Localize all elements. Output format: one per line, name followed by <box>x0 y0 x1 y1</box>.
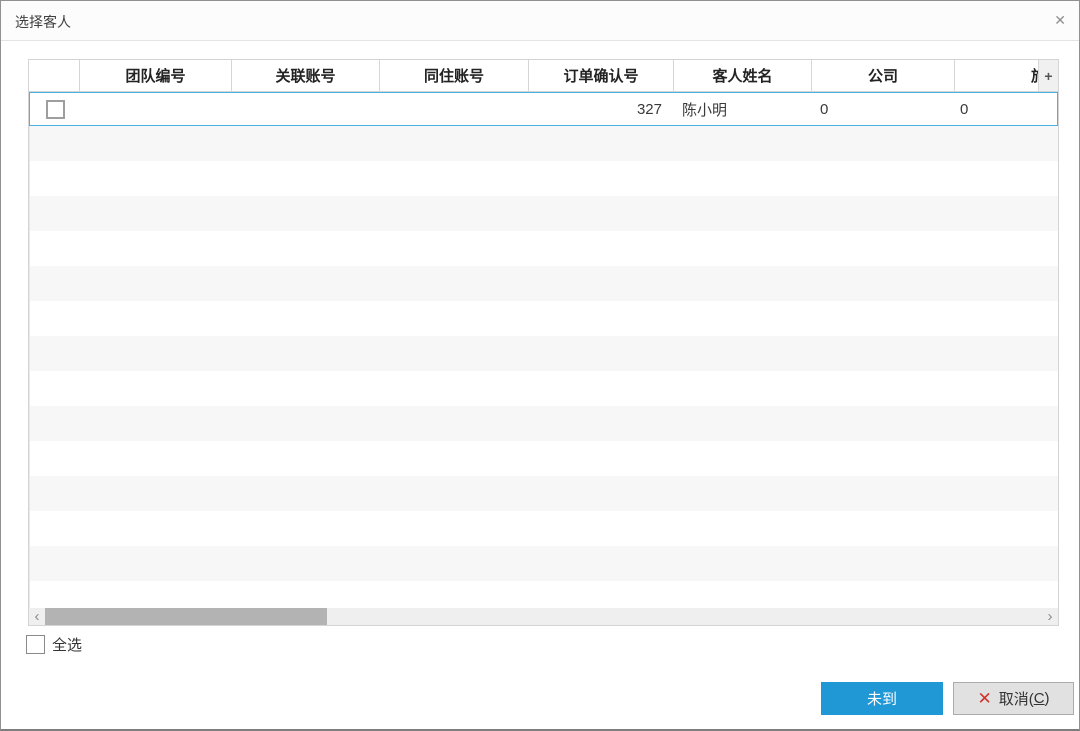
cell-confirm-no: 327 <box>636 100 662 118</box>
scroll-left-icon[interactable]: ‹ <box>29 608 45 625</box>
header-team-no[interactable]: 团队编号 <box>80 60 232 91</box>
select-all-control[interactable]: 全选 <box>26 633 82 655</box>
cell-guest-name: 陈小明 <box>682 101 728 119</box>
cancel-button[interactable]: ✕ 取消(C) <box>953 682 1074 715</box>
cell-team-no <box>80 93 232 125</box>
add-column-button[interactable]: + <box>1038 60 1058 91</box>
row-checkbox[interactable] <box>45 99 65 119</box>
header-confirm-no[interactable]: 订单确认号 <box>529 60 674 91</box>
dialog-titlebar: 选择客人 ✕ <box>1 1 1079 41</box>
header-travel-clipped[interactable]: 旅 <box>955 60 1038 91</box>
table-header-row: 团队编号 关联账号 同住账号 订单确认号 客人姓名 公司 旅 + <box>29 60 1058 92</box>
header-checkbox-column <box>29 60 80 91</box>
cell-company: 0 <box>820 100 829 118</box>
cell-travel: 0 <box>960 100 969 118</box>
header-roommate-account[interactable]: 同住账号 <box>380 60 529 91</box>
header-travel-label: 旅 <box>1031 65 1038 86</box>
table-row-selected[interactable]: 327 陈小明 0 0 <box>29 92 1058 126</box>
not-arrived-button[interactable]: 未到 <box>821 682 943 715</box>
empty-rows-area <box>29 126 1058 608</box>
header-related-account[interactable]: 关联账号 <box>232 60 380 91</box>
scroll-right-icon[interactable]: › <box>1042 608 1058 625</box>
close-icon[interactable]: ✕ <box>1054 11 1066 29</box>
guest-table: 团队编号 关联账号 同住账号 订单确认号 客人姓名 公司 旅 + 327 陈小明… <box>28 59 1059 626</box>
cancel-label-post: ) <box>1044 690 1050 707</box>
horizontal-scrollbar[interactable]: ‹ › <box>29 608 1058 625</box>
row-checkbox-cell <box>30 93 80 125</box>
scrollbar-thumb[interactable] <box>45 608 327 625</box>
cancel-x-icon: ✕ <box>977 689 992 708</box>
cell-related-account <box>232 93 380 125</box>
cell-roommate-account <box>380 93 529 125</box>
cancel-access-key: C <box>1033 690 1045 707</box>
cancel-label-pre: 取消( <box>998 691 1034 708</box>
select-guest-dialog: 选择客人 ✕ 团队编号 关联账号 同住账号 订单确认号 客人姓名 公司 旅 + … <box>0 0 1080 731</box>
select-all-label: 全选 <box>52 636 83 654</box>
header-company[interactable]: 公司 <box>812 60 955 91</box>
header-guest-name[interactable]: 客人姓名 <box>674 60 812 91</box>
dialog-title: 选择客人 <box>15 14 71 30</box>
select-all-checkbox[interactable] <box>26 634 45 654</box>
